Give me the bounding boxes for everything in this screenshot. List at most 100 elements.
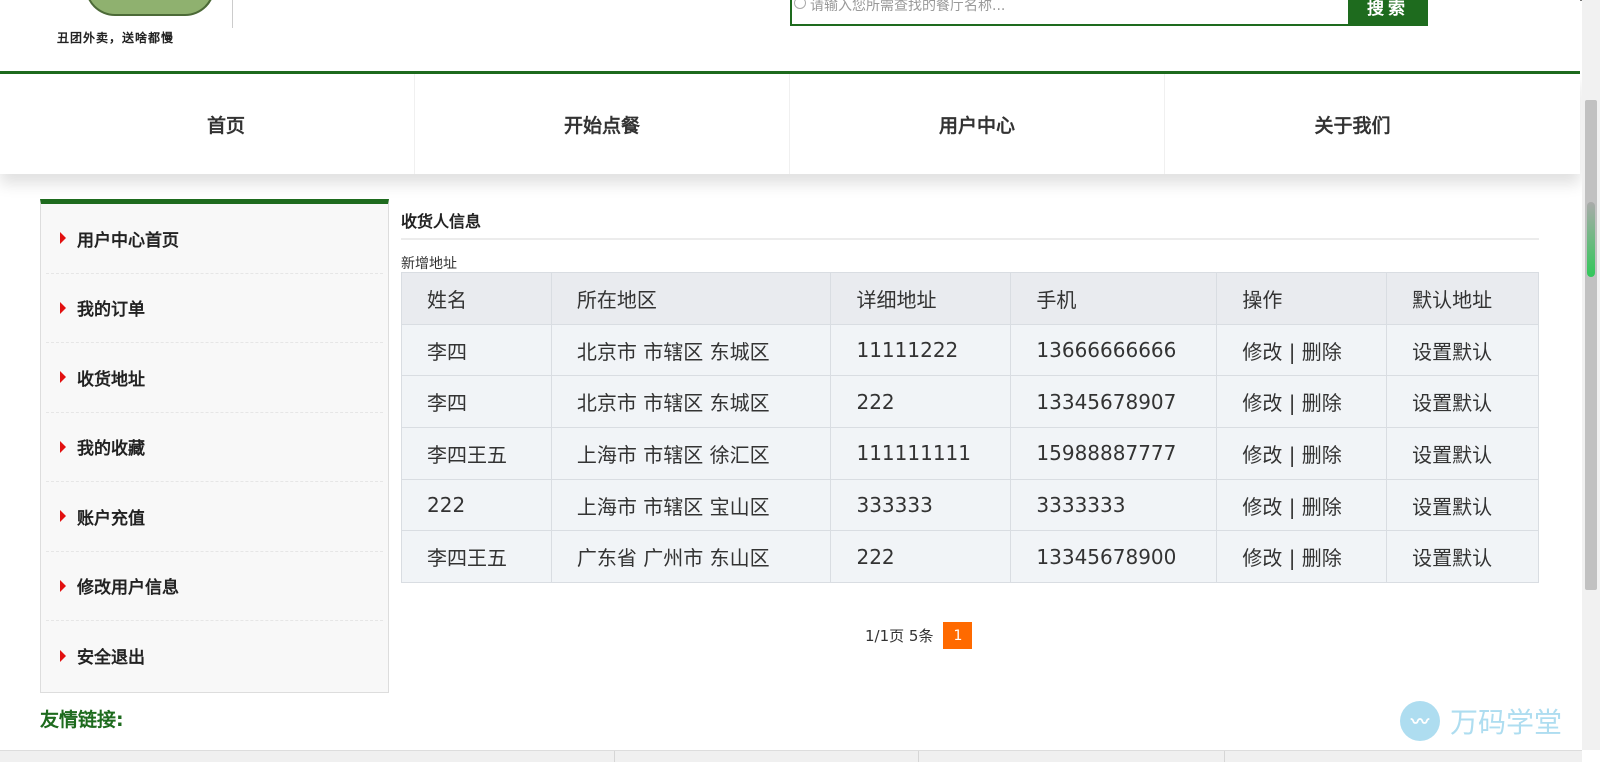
page-title: 收货人信息 <box>401 208 1539 240</box>
cell-actions: 修改 | 删除 <box>1216 375 1388 429</box>
address-table: 姓名 所在地区 详细地址 手机 操作 默认地址 李四 北京市 市辖区 东城区 1… <box>401 272 1539 584</box>
column-header-actions: 操作 <box>1216 272 1388 325</box>
cell-region: 上海市 市辖区 宝山区 <box>550 478 832 532</box>
delete-link[interactable]: 删除 <box>1302 443 1342 467</box>
set-default-link[interactable]: 设置默认 <box>1412 391 1492 415</box>
column-header-phone: 手机 <box>1010 272 1218 325</box>
separator: | <box>1288 546 1296 571</box>
sidebar-item-addresses[interactable]: 收货地址 <box>46 343 383 413</box>
sidebar-item-label: 账户充值 <box>77 508 145 529</box>
sidebar-item-label: 用户中心首页 <box>77 230 179 251</box>
set-default-link[interactable]: 设置默认 <box>1412 495 1492 519</box>
bottom-bar-divider <box>918 751 919 762</box>
table-row: 李四王五 上海市 市辖区 徐汇区 111111111 15988887777 修… <box>401 427 1539 480</box>
table-row: 222 上海市 市辖区 宝山区 333333 3333333 修改 | 删除 设… <box>401 478 1539 532</box>
scroll-position-marker <box>1587 202 1595 277</box>
nav-item-about[interactable]: 关于我们 <box>1165 74 1540 174</box>
cell-name: 222 <box>401 478 552 532</box>
arrow-right-icon <box>60 510 66 523</box>
site-header: 丑团外卖，送啥都慢 搜索 <box>0 0 1580 72</box>
bottom-bar-divider <box>614 751 615 762</box>
separator: | <box>1288 391 1296 416</box>
sidebar-item-recharge[interactable]: 账户充值 <box>46 482 383 552</box>
cell-detail: 222 <box>830 530 1012 584</box>
bottom-bar <box>0 750 1582 762</box>
cell-phone: 13666666666 <box>1010 323 1218 377</box>
bottom-bar-divider <box>1224 751 1225 762</box>
logo-mascot-icon <box>85 0 215 16</box>
sidebar-item-label: 收货地址 <box>77 369 145 390</box>
cell-detail: 11111222 <box>830 323 1012 377</box>
cell-detail: 222 <box>830 375 1012 429</box>
nav-item-home[interactable]: 首页 <box>0 74 415 174</box>
watermark: 〰 万码学堂 <box>1400 701 1562 741</box>
cell-region: 广东省 广州市 东山区 <box>550 530 832 584</box>
pagination: 1/1页 5条 1 <box>865 622 973 649</box>
arrow-right-icon <box>60 440 66 453</box>
cell-region: 北京市 市辖区 东城区 <box>550 323 832 377</box>
cell-actions: 修改 | 删除 <box>1216 530 1388 584</box>
sidebar-item-label: 我的收藏 <box>77 439 145 460</box>
cell-actions: 修改 | 删除 <box>1216 427 1388 480</box>
edit-link[interactable]: 修改 <box>1242 340 1282 364</box>
separator: | <box>1288 494 1296 519</box>
set-default-link[interactable]: 设置默认 <box>1412 546 1492 570</box>
sidebar-item-edit-profile[interactable]: 修改用户信息 <box>46 552 383 621</box>
edit-link[interactable]: 修改 <box>1242 495 1282 519</box>
cell-name: 李四王五 <box>401 427 552 480</box>
edit-link[interactable]: 修改 <box>1242 546 1282 570</box>
cell-name: 李四王五 <box>401 530 552 584</box>
cell-detail: 111111111 <box>830 427 1012 480</box>
cell-detail: 333333 <box>830 478 1012 532</box>
search-input[interactable] <box>810 0 1330 18</box>
cell-phone: 13345678907 <box>1010 375 1218 429</box>
separator: | <box>1288 442 1296 467</box>
table-row: 李四 北京市 市辖区 东城区 222 13345678907 修改 | 删除 设… <box>401 375 1539 429</box>
nav-item-user-center[interactable]: 用户中心 <box>790 74 1165 174</box>
set-default-link[interactable]: 设置默认 <box>1412 443 1492 467</box>
sidebar-item-orders[interactable]: 我的订单 <box>46 274 383 343</box>
delete-link[interactable]: 删除 <box>1302 546 1342 570</box>
edit-link[interactable]: 修改 <box>1242 443 1282 467</box>
cell-name: 李四 <box>401 323 552 377</box>
cell-default: 设置默认 <box>1386 323 1539 377</box>
column-header-region: 所在地区 <box>550 272 832 325</box>
pagination-info: 1/1页 5条 <box>865 627 934 645</box>
friend-links-heading: 友情链接: <box>40 709 124 731</box>
cell-default: 设置默认 <box>1386 427 1539 480</box>
table-header-row: 姓名 所在地区 详细地址 手机 操作 默认地址 <box>401 272 1539 325</box>
sidebar-item-favorites[interactable]: 我的收藏 <box>46 413 383 482</box>
vertical-scrollbar[interactable] <box>1582 0 1600 750</box>
cell-phone: 13345678900 <box>1010 530 1218 584</box>
delete-link[interactable]: 删除 <box>1302 340 1342 364</box>
table-row: 李四王五 广东省 广州市 东山区 222 13345678900 修改 | 删除… <box>401 530 1539 584</box>
table-row: 李四 北京市 市辖区 东城区 11111222 13666666666 修改 |… <box>401 323 1539 377</box>
search-icon <box>794 0 806 9</box>
search-button[interactable]: 搜索 <box>1348 0 1428 24</box>
cell-region: 上海市 市辖区 徐汇区 <box>550 427 832 480</box>
cell-default: 设置默认 <box>1386 375 1539 429</box>
user-sidebar: 用户中心首页 我的订单 收货地址 我的收藏 账户充值 修改用户信息 安全退出 <box>40 199 389 693</box>
cell-actions: 修改 | 删除 <box>1216 478 1388 532</box>
cell-phone: 3333333 <box>1010 478 1218 532</box>
sidebar-item-logout[interactable]: 安全退出 <box>46 621 383 691</box>
delete-link[interactable]: 删除 <box>1302 391 1342 415</box>
delete-link[interactable]: 删除 <box>1302 495 1342 519</box>
scrollbar-thumb[interactable] <box>1585 100 1597 590</box>
page-button-current[interactable]: 1 <box>943 622 973 649</box>
cell-actions: 修改 | 删除 <box>1216 323 1388 377</box>
logo-divider <box>232 0 233 28</box>
cell-region: 北京市 市辖区 东城区 <box>550 375 832 429</box>
set-default-link[interactable]: 设置默认 <box>1412 340 1492 364</box>
sidebar-item-user-home[interactable]: 用户中心首页 <box>46 204 383 274</box>
nav-item-order[interactable]: 开始点餐 <box>415 74 790 174</box>
column-header-default: 默认地址 <box>1386 272 1539 325</box>
arrow-right-icon <box>60 371 66 384</box>
separator: | <box>1288 339 1296 364</box>
new-address-link[interactable]: 新增地址 <box>401 253 457 273</box>
cell-default: 设置默认 <box>1386 530 1539 584</box>
edit-link[interactable]: 修改 <box>1242 391 1282 415</box>
cell-phone: 15988887777 <box>1010 427 1218 480</box>
logo-slogan: 丑团外卖，送啥都慢 <box>57 31 175 45</box>
site-logo[interactable]: 丑团外卖，送啥都慢 <box>45 0 235 48</box>
